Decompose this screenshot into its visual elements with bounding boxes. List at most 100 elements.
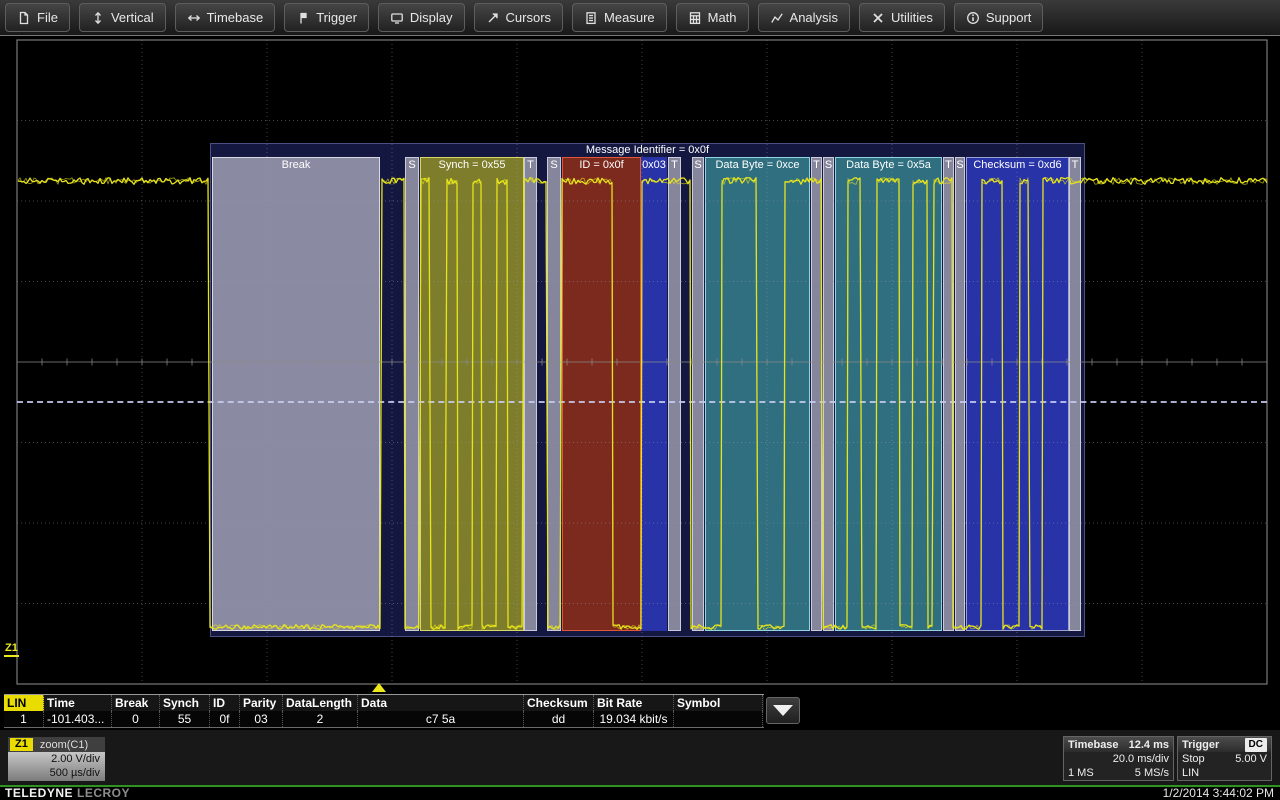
menu-button-label: Measure: [604, 10, 655, 25]
decode-field-label: ID = 0x0f: [563, 158, 640, 172]
z1-time-per-div: 500 µs/div: [8, 766, 100, 780]
decode-field-label: T: [525, 158, 536, 172]
menu-button-display[interactable]: Display: [378, 3, 465, 32]
decode-field-bit: T: [1069, 157, 1081, 631]
math-calculator-icon: [688, 11, 702, 25]
z1-trace-descriptor[interactable]: Z1 zoom(C1) 2.00 V/div 500 µs/div: [8, 737, 105, 781]
column-header-datalength: DataLength: [283, 695, 358, 711]
datetime-display: 1/2/2014 3:44:02 PM: [1163, 787, 1274, 800]
column-header-bit-rate: Bit Rate: [594, 695, 674, 711]
cell-data[interactable]: c7 5a: [358, 711, 524, 727]
table-expand-button[interactable]: [766, 697, 800, 724]
cell-datalength[interactable]: 2: [283, 711, 358, 727]
decode-table-header: LINTimeBreakSynchIDParityDataLengthDataC…: [4, 694, 764, 711]
menu-button-cursors[interactable]: Cursors: [474, 3, 564, 32]
menu-button-file[interactable]: File: [5, 3, 70, 32]
decode-field-label: 0x03: [642, 158, 666, 172]
lin-decode-table[interactable]: LINTimeBreakSynchIDParityDataLengthDataC…: [4, 694, 764, 728]
column-header-symbol: Symbol: [674, 695, 763, 711]
timebase-title: Timebase: [1068, 738, 1119, 752]
trace-zero-level-line: [17, 401, 1267, 403]
cell-time[interactable]: -101.403...: [44, 711, 112, 727]
file-icon: [17, 11, 31, 25]
menu-button-label: Support: [986, 10, 1032, 25]
menu-button-timebase[interactable]: Timebase: [175, 3, 276, 32]
cell-checksum[interactable]: dd: [524, 711, 594, 727]
column-header-time: Time: [44, 695, 112, 711]
column-header-break: Break: [112, 695, 160, 711]
decode-table-row[interactable]: 1-101.403...0550f032c7 5add19.034 kbit/s: [4, 711, 764, 728]
chevron-down-icon: [773, 705, 793, 716]
decode-field-bit: S: [823, 157, 834, 631]
cell-synch[interactable]: 55: [160, 711, 210, 727]
decode-field-label: Data Byte = 0xce: [706, 158, 809, 172]
trigger-mode: Stop: [1182, 752, 1205, 766]
trigger-position-marker-icon[interactable]: [372, 683, 386, 692]
cell-lin[interactable]: 1: [4, 711, 44, 727]
decode-field-label: Data Byte = 0x5a: [836, 158, 941, 172]
cell-symbol[interactable]: [674, 711, 763, 727]
menu-button-label: File: [37, 10, 58, 25]
utilities-tools-icon: [871, 11, 885, 25]
cell-break[interactable]: 0: [112, 711, 160, 727]
footer-bar: TELEDYNELECROY 1/2/2014 3:44:02 PM: [0, 787, 1280, 800]
decode-field-bit: S: [547, 157, 561, 631]
column-header-synch: Synch: [160, 695, 210, 711]
support-info-icon: [966, 11, 980, 25]
decode-field-break: Break: [212, 157, 380, 631]
trigger-descriptor[interactable]: Trigger DC Stop 5.00 V LIN: [1177, 736, 1272, 781]
decode-field-bit: T: [668, 157, 681, 631]
cell-parity[interactable]: 03: [240, 711, 283, 727]
decode-field-checksum: Checksum = 0xd6: [966, 157, 1069, 631]
cursor-arrow-icon: [486, 11, 500, 25]
menu-button-trigger[interactable]: Trigger: [284, 3, 369, 32]
decode-field-label: T: [812, 158, 821, 172]
vertical-arrows-icon: [91, 11, 105, 25]
column-header-data: Data: [358, 695, 524, 711]
column-header-parity: Parity: [240, 695, 283, 711]
decode-field-bit: T: [943, 157, 954, 631]
z1-trace-indicator: Z1: [4, 642, 19, 657]
trigger-flag-icon: [296, 11, 310, 25]
timebase-descriptor[interactable]: Timebase 12.4 ms 20.0 ms/div 1 MS 5 MS/s: [1063, 736, 1174, 781]
menu-button-math[interactable]: Math: [676, 3, 749, 32]
menu-bar: File Vertical Timebase Trigger Display Cursor…: [0, 0, 1280, 36]
decode-field-label: Checksum = 0xd6: [967, 158, 1068, 172]
menu-button-label: Display: [410, 10, 453, 25]
trigger-level: 5.00 V: [1235, 752, 1267, 766]
menu-button-label: Math: [708, 10, 737, 25]
timebase-offset: 12.4 ms: [1129, 738, 1169, 752]
decode-field-label: Break: [213, 158, 379, 172]
menu-button-vertical[interactable]: Vertical: [79, 3, 166, 32]
menu-button-support[interactable]: Support: [954, 3, 1044, 32]
horizontal-arrows-icon: [187, 11, 201, 25]
cell-id[interactable]: 0f: [210, 711, 240, 727]
decode-field-parity: 0x03: [641, 157, 667, 631]
menu-button-utilities[interactable]: Utilities: [859, 3, 945, 32]
menu-button-measure[interactable]: Measure: [572, 3, 667, 32]
menu-button-analysis[interactable]: Analysis: [758, 3, 850, 32]
decode-field-label: Synch = 0x55: [421, 158, 523, 172]
decode-field-bit: S: [692, 157, 704, 631]
decode-field-bit: S: [955, 157, 965, 631]
decode-field-bit: S: [405, 157, 419, 631]
z1-volts-per-div: 2.00 V/div: [8, 752, 100, 766]
z1-badge: Z1: [10, 738, 33, 751]
column-header-checksum: Checksum: [524, 695, 594, 711]
trigger-type: LIN: [1182, 766, 1199, 780]
teledyne-lecroy-logo: TELEDYNELECROY: [5, 787, 130, 800]
cell-bit-rate[interactable]: 19.034 kbit/s: [594, 711, 674, 727]
decode-field-label: S: [824, 158, 833, 172]
timebase-scale: 20.0 ms/div: [1113, 752, 1169, 766]
display-monitor-icon: [390, 11, 404, 25]
oscilloscope-screen: File Vertical Timebase Trigger Display Cursor…: [0, 0, 1280, 800]
decode-field-label: S: [406, 158, 418, 172]
decode-field-bit: T: [524, 157, 537, 631]
decode-field-synch: Synch = 0x55: [420, 157, 524, 631]
menu-button-label: Cursors: [506, 10, 552, 25]
timebase-samples: 1 MS: [1068, 766, 1094, 780]
decode-field-data: Data Byte = 0x5a: [835, 157, 942, 631]
message-identifier-banner: Message Identifier = 0x0f: [210, 143, 1085, 157]
decode-field-label: T: [669, 158, 680, 172]
trigger-title: Trigger: [1182, 738, 1219, 752]
